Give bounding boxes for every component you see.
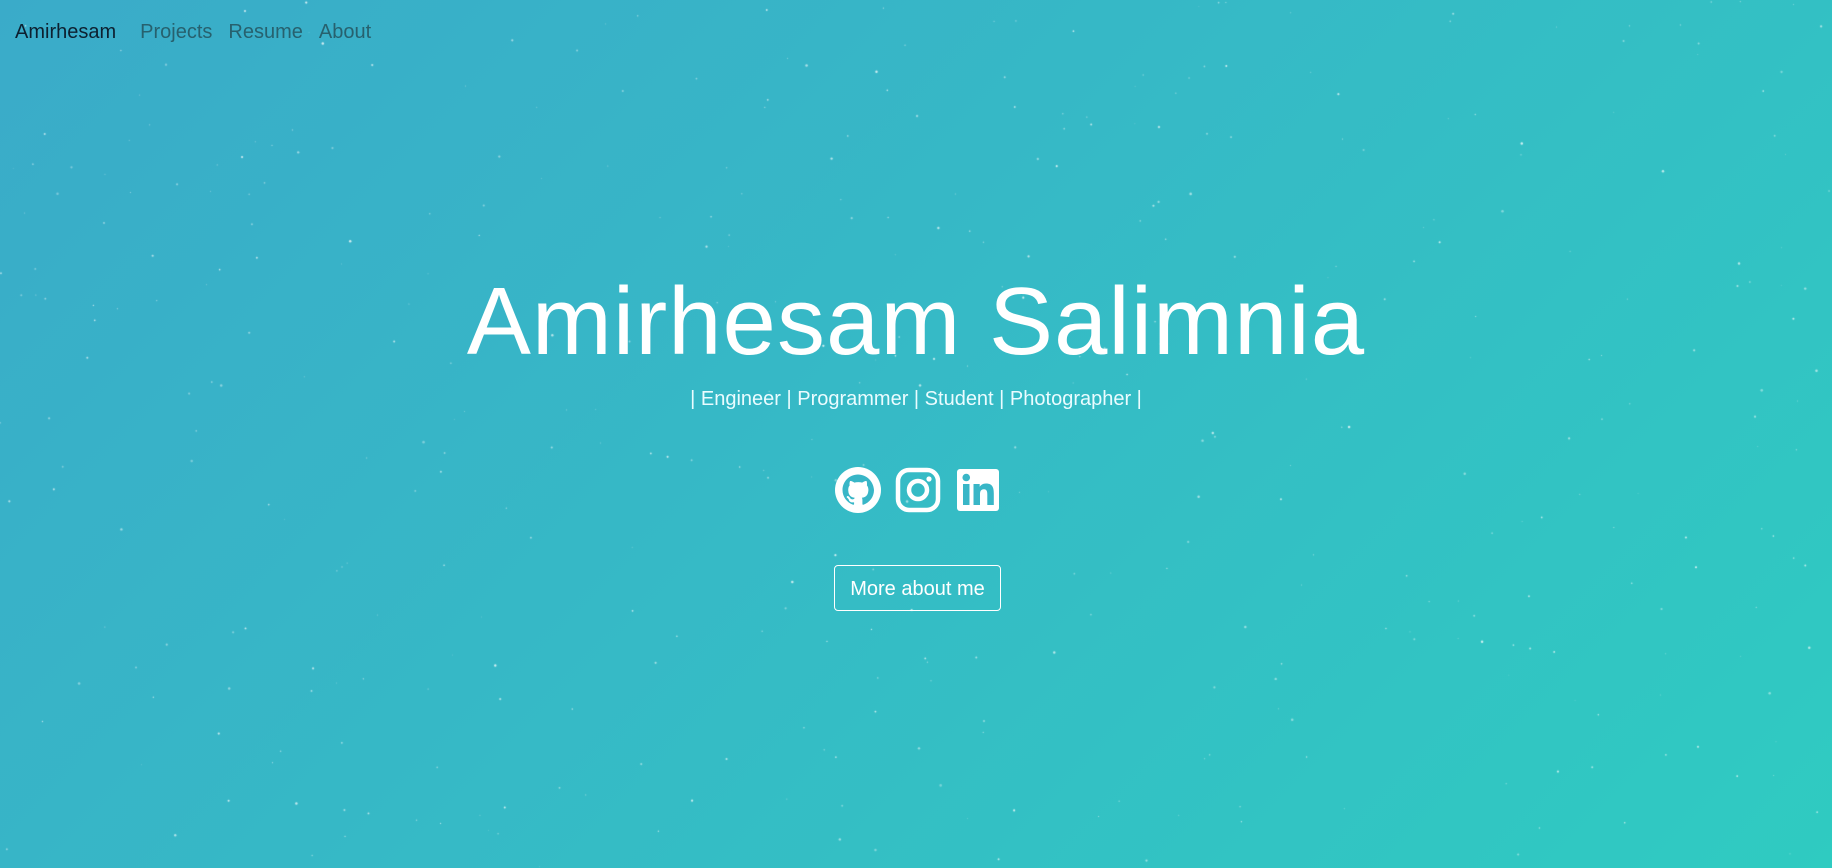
linkedin-icon: [957, 469, 999, 511]
more-about-me-button[interactable]: More about me: [834, 565, 1001, 611]
hero-title: Amirhesam Salimnia: [466, 268, 1366, 375]
nav-link-projects[interactable]: Projects: [140, 21, 212, 44]
github-link[interactable]: [834, 466, 882, 514]
hero-subtitle: | Engineer | Programmer | Student | Phot…: [690, 388, 1142, 410]
nav-link-about[interactable]: About: [319, 21, 371, 44]
top-navbar: Amirhesam Projects Resume About: [15, 18, 387, 46]
brand-link[interactable]: Amirhesam: [15, 21, 116, 44]
instagram-link[interactable]: [894, 466, 942, 514]
social-links: [834, 466, 1002, 514]
starfield-background: [0, 0, 1832, 868]
linkedin-link[interactable]: [954, 466, 1002, 514]
github-icon: [835, 467, 881, 513]
instagram-icon: [895, 467, 941, 513]
nav-link-resume[interactable]: Resume: [228, 21, 302, 44]
